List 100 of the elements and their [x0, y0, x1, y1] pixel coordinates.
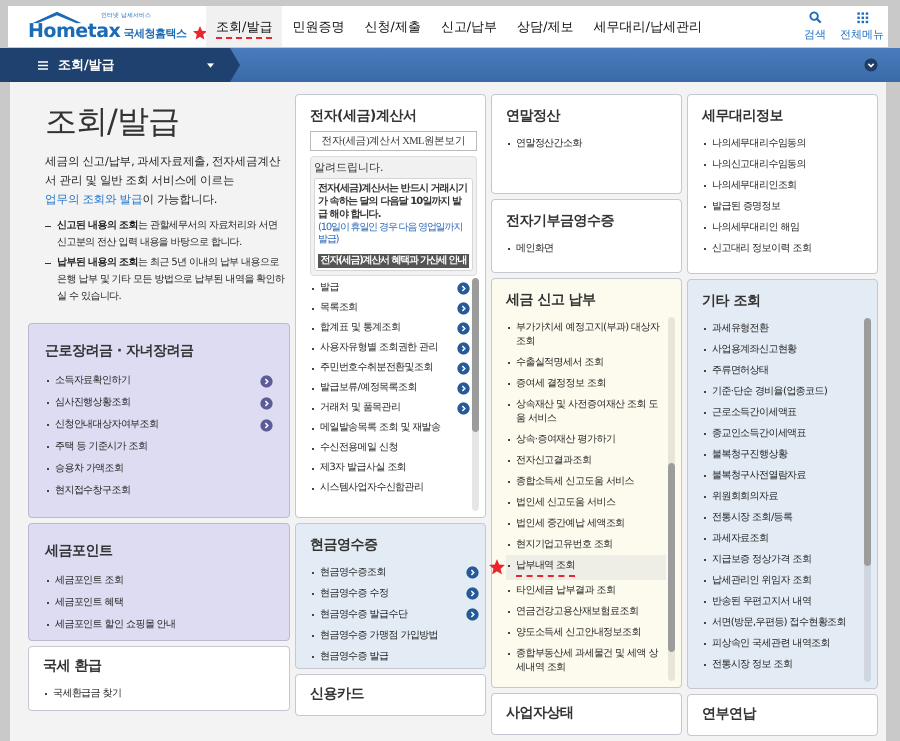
menu-link[interactable]: 나의세무대리인조회 [702, 175, 871, 196]
menu-link[interactable]: 반송된 우편고지서 내역 [702, 591, 862, 612]
guide-button[interactable]: 전자(세금)계산서 혜택과 가산세 안내 [318, 254, 469, 268]
card-title: 근로장려금 · 자녀장려금 [45, 342, 195, 360]
menu-link[interactable]: 부가가치세 예정고지(부과) 대상자 조회 [506, 317, 666, 352]
menu-link[interactable]: 타인세금 납부결과 조회 [506, 580, 666, 601]
chevron-circle-icon[interactable] [457, 382, 470, 394]
chevron-circle-icon[interactable] [260, 418, 273, 432]
menu-link[interactable]: 지급보증 정상가격 조회 [702, 549, 862, 570]
menu-link[interactable]: 세금포인트 할인 쇼핑몰 안내 [45, 614, 283, 636]
chevron-circle-icon[interactable] [457, 282, 470, 294]
menu-link[interactable]: 심사진행상황조회 [45, 392, 283, 414]
menu-link[interactable]: 세금포인트 혜택 [45, 592, 283, 614]
menu-link[interactable]: 납세관리인 위임자 조회 [702, 570, 862, 591]
menu-link[interactable]: 현지접수창구조회 [45, 480, 283, 502]
menu-link[interactable]: 전통시장 정보 조회 [702, 654, 862, 675]
toolbar-button[interactable]: 전체메뉴 [840, 11, 884, 42]
menu-link[interactable]: 시스템사업자수신함관리 [310, 478, 470, 498]
menu-link[interactable]: 합계표 및 통계조회 [310, 318, 470, 338]
chevron-down-circle-icon[interactable] [864, 58, 878, 72]
menu-link[interactable]: 상속재산 및 사전증여재산 조회 도움 서비스 [506, 394, 666, 429]
menu-link[interactable]: 양도소득세 신고안내정보조회 [506, 622, 666, 643]
chevron-circle-icon[interactable] [260, 374, 273, 388]
menu-link[interactable]: 신고대리 정보이력 조회 [702, 238, 871, 259]
menu-link[interactable]: 현금영수증 수정 [310, 583, 479, 604]
chevron-circle-icon[interactable] [457, 342, 470, 354]
nav-tab[interactable]: 세무대리/납세관리 [584, 6, 712, 47]
menu-link[interactable]: 사용자유형별 조회권한 관리 [310, 338, 470, 358]
xml-view-button[interactable]: 전자(세금)계산서 XML원본보기 [310, 131, 477, 151]
menu-link[interactable]: 불복청구진행상황 [702, 444, 862, 465]
menu-link[interactable]: 현지기업고유번호 조회 [506, 534, 666, 555]
menu-link[interactable]: 법인세 신고도움 서비스 [506, 492, 666, 513]
menu-link[interactable]: 목록조회 [310, 298, 470, 318]
menu-link[interactable]: 현금영수증 발급 [310, 646, 479, 667]
menu-link[interactable]: 전자신고결과조회 [506, 450, 666, 471]
menu-link[interactable]: 과세자료조회 [702, 528, 862, 549]
menu-link[interactable]: 연금건강고용산재보험료조회 [506, 601, 666, 622]
nav-tab[interactable]: 신청/제출 [354, 6, 431, 47]
menu-link[interactable]: 메인화면 [506, 238, 675, 259]
caret-icon [207, 62, 214, 68]
menu-link[interactable]: 나의세무대리인 해임 [702, 217, 871, 238]
menu-link[interactable]: 승용차 가액조회 [45, 458, 283, 480]
menu-link[interactable]: 연말정산간소화 [506, 133, 675, 154]
scrollbar[interactable] [472, 278, 479, 511]
menu-link[interactable]: 주택 등 기준시가 조회 [45, 436, 283, 458]
scrollbar-thumb[interactable] [472, 278, 479, 432]
chevron-circle-icon[interactable] [457, 362, 470, 374]
menu-link[interactable]: 종합소득세 신고도움 서비스 [506, 471, 666, 492]
menu-link[interactable]: 거래처 및 품목관리 [310, 398, 470, 418]
chevron-circle-icon[interactable] [466, 608, 479, 621]
menu-link[interactable]: 피상속인 국세관련 내역조회 [702, 633, 862, 654]
menu-link[interactable]: 발급보류/예정목록조회 [310, 378, 470, 398]
menu-link[interactable]: 발급된 증명정보 [702, 196, 871, 217]
menu-link[interactable]: 제3자 발급사실 조회 [310, 458, 470, 478]
menu-link[interactable]: 근로소득간이세액표 [702, 402, 862, 423]
menu-link[interactable]: 위원회회의자료 [702, 486, 862, 507]
chevron-circle-icon[interactable] [260, 396, 273, 410]
menu-link[interactable]: 서면(방문,우편등) 접수현황조회 [702, 612, 862, 633]
menu-link[interactable]: 과세유형전환 [702, 318, 862, 339]
menu-link[interactable]: 불복청구사전열람자료 [702, 465, 862, 486]
menu-link[interactable]: 법인세 중간예납 세액조회 [506, 513, 666, 534]
menu-link[interactable]: 주민번호수취분전환및조회 [310, 358, 470, 378]
menu-link[interactable]: 증여세 결정정보 조회 [506, 373, 666, 394]
menu-link[interactable]: 나의세무대리수임동의 [702, 133, 871, 154]
menu-link[interactable]: 신청안내대상자여부조회 [45, 414, 283, 436]
menu-link[interactable]: 나의신고대리수임동의 [702, 154, 871, 175]
menu-link[interactable]: 현금영수증 가맹점 가입방법 [310, 625, 479, 646]
scrollbar[interactable] [668, 317, 675, 681]
chevron-circle-icon[interactable] [466, 566, 479, 579]
breadcrumb-dropdown[interactable]: 조회/발급 [0, 48, 240, 82]
menu-link[interactable]: 사업용계좌신고현황 [702, 339, 862, 360]
menu-link[interactable]: 현금영수증조회 [310, 562, 479, 583]
intro-link[interactable]: 업무의 조회와 발급 [45, 192, 142, 206]
menu-link[interactable]: 소득자료확인하기 [45, 370, 283, 392]
chevron-circle-icon[interactable] [457, 402, 470, 414]
chevron-circle-icon[interactable] [457, 322, 470, 334]
menu-link[interactable]: 현금영수증 발급수단 [310, 604, 479, 625]
menu-link[interactable]: 기준·단순 경비율(업종코드) [702, 381, 862, 402]
menu-link[interactable]: 상속·증여재산 평가하기 [506, 429, 666, 450]
chevron-circle-icon[interactable] [457, 302, 470, 314]
nav-tab[interactable]: 민원증명 [282, 6, 354, 47]
scrollbar-thumb[interactable] [864, 318, 871, 566]
menu-link[interactable]: 주류면허상태 [702, 360, 862, 381]
menu-link[interactable]: 종교인소득간이세액표 [702, 423, 862, 444]
menu-link[interactable]: 종합부동산세 과세물건 및 세액 상세내역 조회 [506, 643, 666, 678]
menu-link[interactable]: 전통시장 조회/등록 [702, 507, 862, 528]
nav-tab[interactable]: 신고/납부 [430, 6, 508, 47]
nav-tab[interactable]: 조회/발급 [206, 6, 282, 47]
menu-link[interactable]: 국세환급금 찾기 [43, 683, 283, 704]
menu-link[interactable]: 세금포인트 조회 [45, 570, 283, 592]
menu-link[interactable]: 수출실적명세서 조회 [506, 352, 666, 373]
menu-link[interactable]: 메일발송목록 조회 및 재발송 [310, 418, 470, 438]
menu-link[interactable]: 수신전용메일 신청 [310, 438, 470, 458]
card-title: 사업자상태 [506, 704, 574, 722]
scrollbar[interactable] [864, 318, 871, 682]
scrollbar-thumb[interactable] [668, 462, 675, 652]
chevron-circle-icon[interactable] [466, 587, 479, 600]
nav-tab[interactable]: 상담/제보 [507, 6, 584, 47]
menu-link[interactable]: 발급 [310, 278, 470, 298]
toolbar-button[interactable]: 검색 [804, 11, 826, 42]
